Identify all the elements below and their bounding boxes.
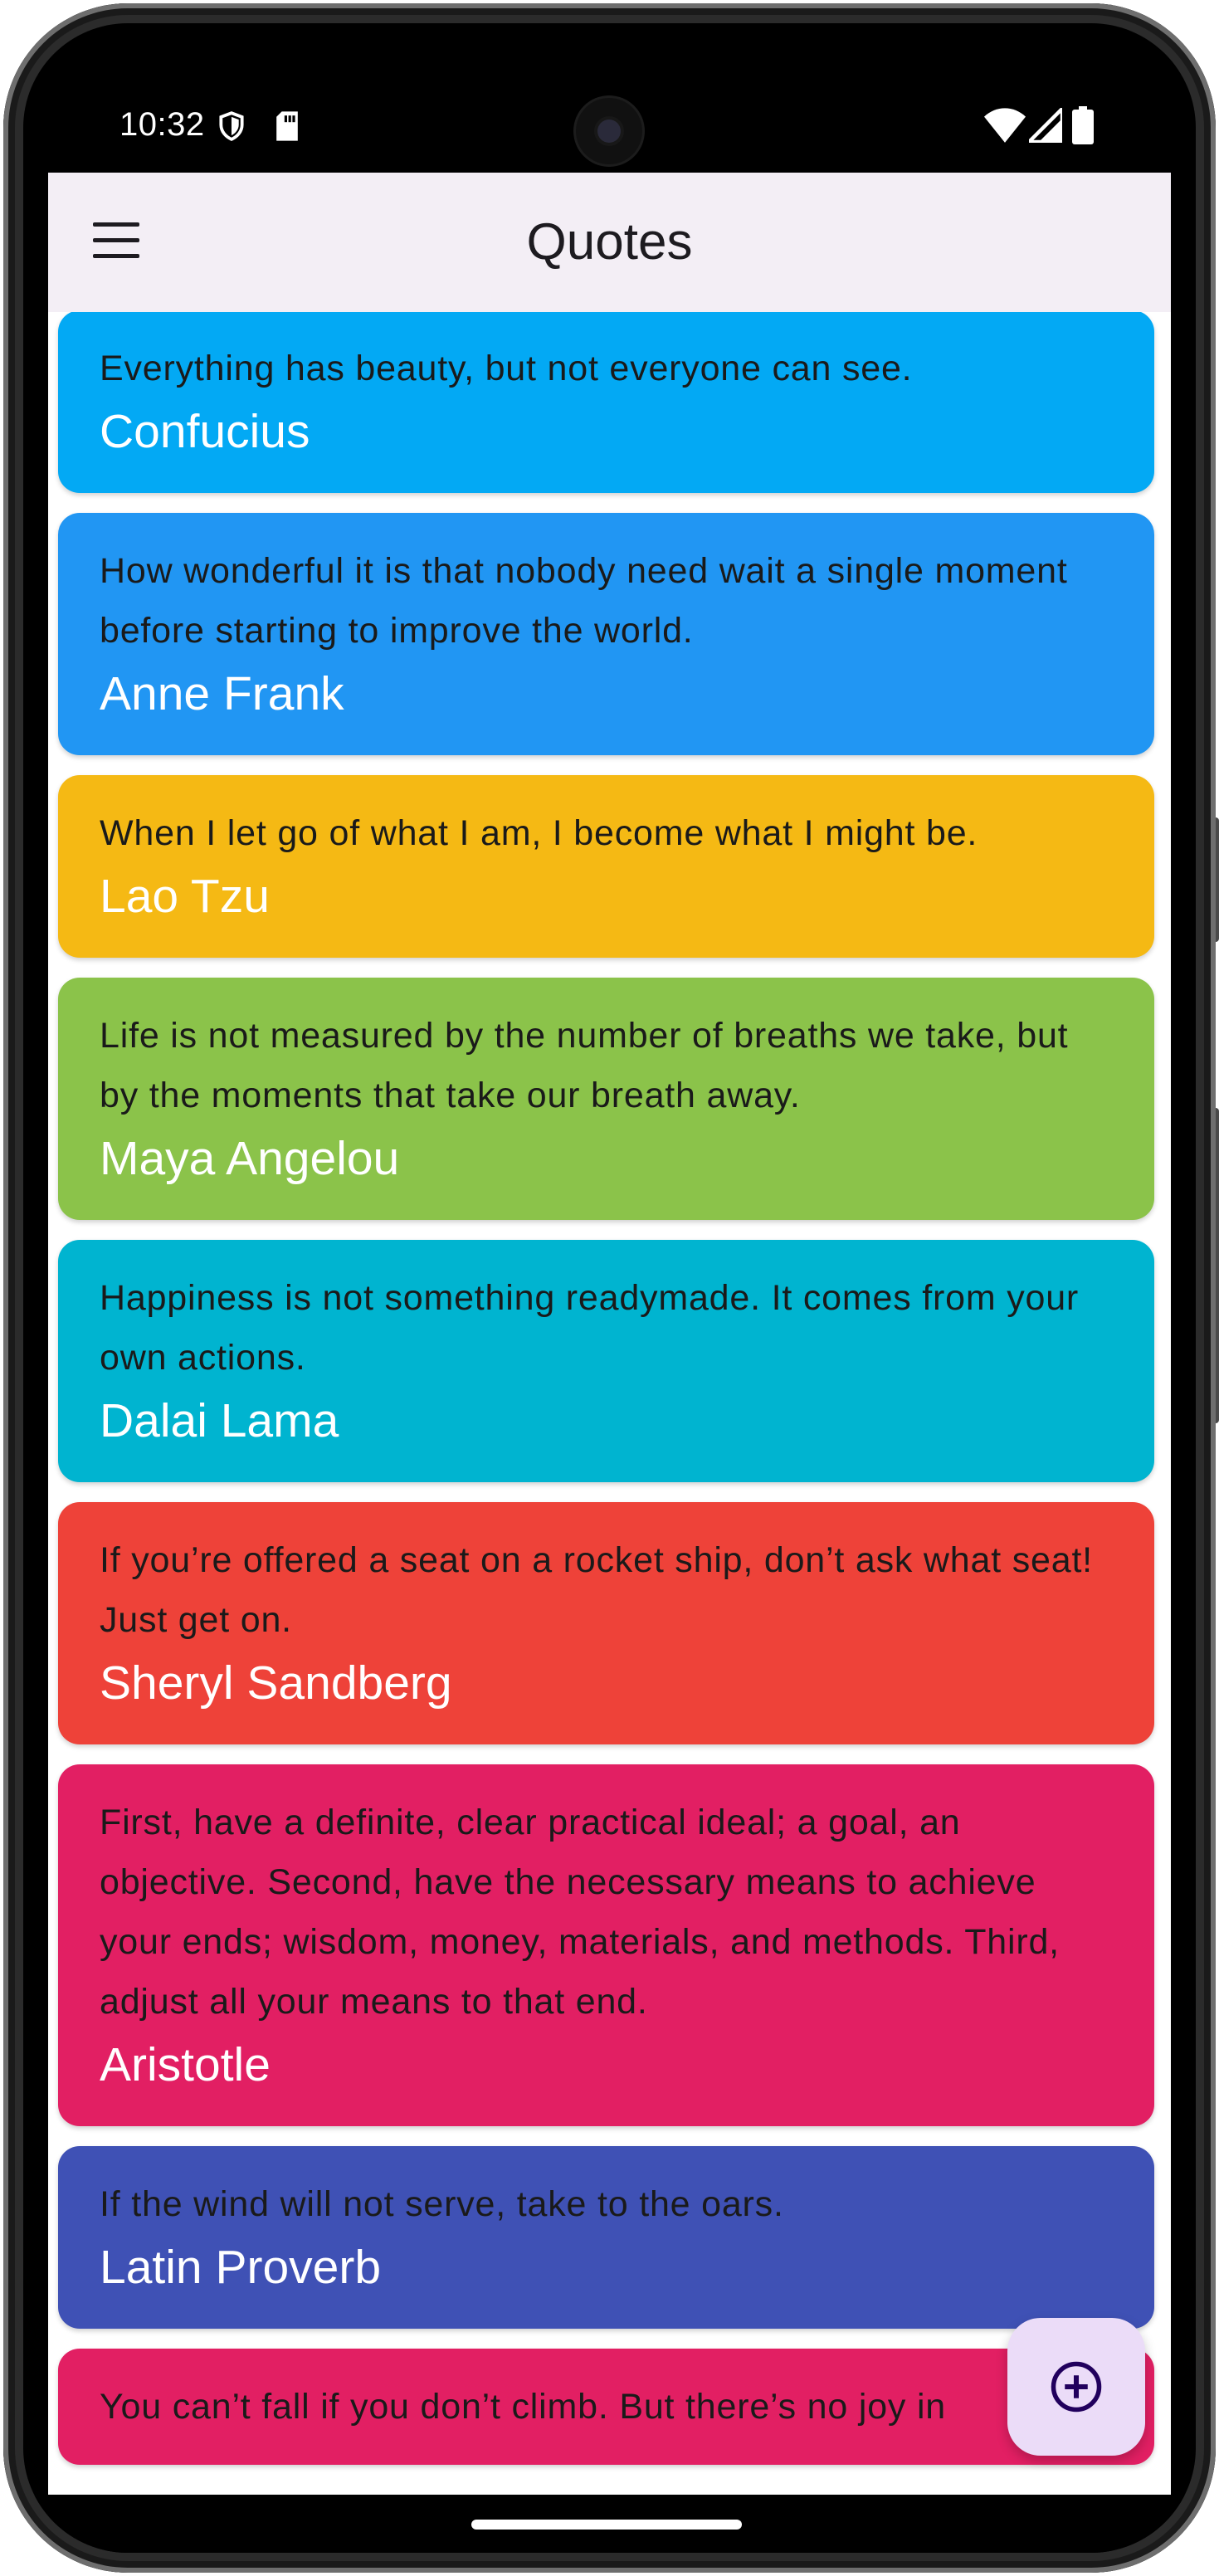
- app-bar: Quotes: [48, 173, 1171, 312]
- quote-text: If you’re offered a seat on a rocket shi…: [100, 1540, 1093, 1640]
- quotes-app: Quotes Helen KellerEverything has beauty…: [48, 173, 1171, 2495]
- quote-card[interactable]: If the wind will not serve, take to the …: [58, 2146, 1154, 2329]
- quote-text: How wonderful it is that nobody need wai…: [100, 551, 1068, 651]
- quote-text: Life is not measured by the number of br…: [100, 1016, 1069, 1115]
- quote-author: Latin Proverb: [100, 2241, 382, 2294]
- quote-card[interactable]: If you’re offered a seat on a rocket shi…: [58, 1502, 1154, 1744]
- sd-card-icon: [274, 110, 300, 147]
- quote-author: Anne Frank: [100, 667, 344, 720]
- quote-card[interactable]: First, have a definite, clear practical …: [58, 1764, 1154, 2126]
- quote-text: First, have a definite, clear practical …: [100, 1803, 1060, 2022]
- quote-card[interactable]: Life is not measured by the number of br…: [58, 978, 1154, 1220]
- quote-card[interactable]: When I let go of what I am, I become wha…: [58, 775, 1154, 958]
- quote-author: Maya Angelou: [100, 1132, 400, 1185]
- quote-text: Everything has beauty, but not everyone …: [100, 349, 913, 388]
- quote-list[interactable]: Helen KellerEverything has beauty, but n…: [48, 312, 1171, 2495]
- status-time: 10:32: [119, 106, 205, 143]
- home-gesture-bar[interactable]: [471, 2520, 742, 2530]
- device: 10:32 Quotes Everything has beauty, but …: [0, 0, 1219, 2576]
- wifi-icon: [984, 108, 1026, 147]
- quote-text: When I let go of what I am, I become wha…: [100, 813, 978, 853]
- quote-text: Happiness is not something readymade. It…: [100, 1278, 1080, 1378]
- quote-author: Sheryl Sandberg: [100, 1656, 452, 1710]
- front-camera: [576, 98, 642, 164]
- battery-icon: [1072, 106, 1094, 149]
- quote-text: You can’t fall if you don’t climb. But t…: [100, 2387, 947, 2427]
- quote-author: Lao Tzu: [100, 870, 270, 923]
- quote-list-content: Helen KellerEverything has beauty, but n…: [58, 312, 1154, 2485]
- shield-icon: [216, 110, 247, 147]
- cell-signal-icon: [1024, 104, 1065, 147]
- quote-author: Confucius: [100, 405, 310, 458]
- quote-card[interactable]: Happiness is not something readymade. It…: [58, 1240, 1154, 1482]
- app-title: Quotes: [526, 213, 693, 271]
- screen: 10:32 Quotes Everything has beauty, but …: [23, 23, 1196, 2553]
- quote-card[interactable]: How wonderful it is that nobody need wai…: [58, 513, 1154, 755]
- quote-card[interactable]: You can’t fall if you don’t climb. But t…: [58, 2349, 1154, 2465]
- quote-author: Dalai Lama: [100, 1394, 339, 1447]
- quote-author: Aristotle: [100, 2038, 271, 2091]
- quote-text: If the wind will not serve, take to the …: [100, 2184, 784, 2224]
- add-circle-icon: [1051, 2361, 1102, 2413]
- add-quote-button[interactable]: [1007, 2318, 1145, 2456]
- quote-card[interactable]: Everything has beauty, but not everyone …: [58, 312, 1154, 493]
